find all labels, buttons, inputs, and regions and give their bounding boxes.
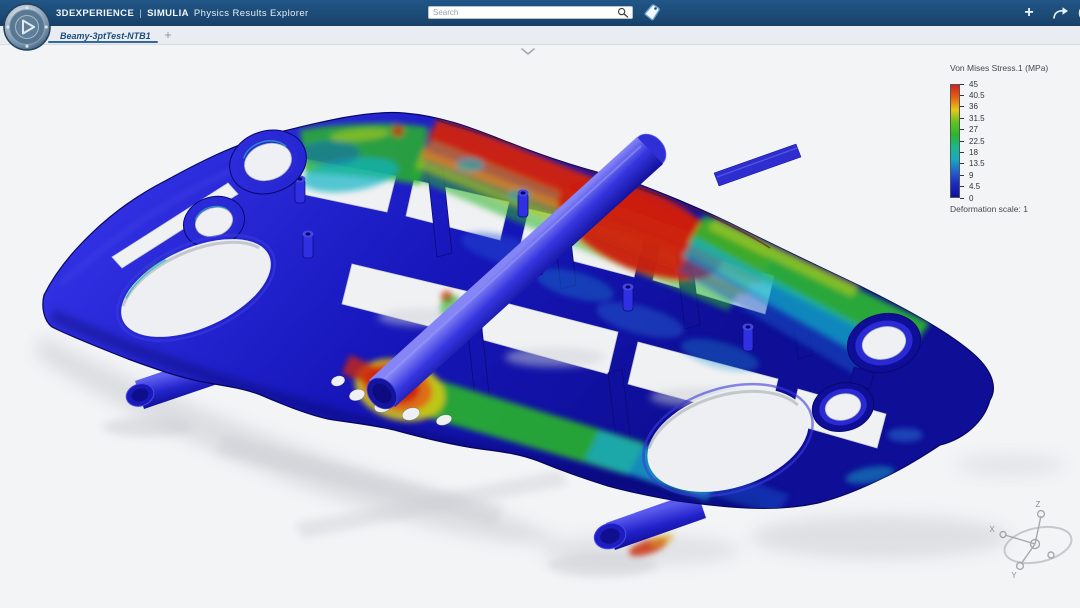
fea-model-render [0, 45, 1080, 608]
top-bar: 3DEXPERIENCE | SIMULIA Physics Results E… [0, 0, 1080, 26]
tab-bar: Beamy-3ptTest-NTB1 + [0, 26, 1080, 45]
axis-x-label: X [989, 525, 995, 534]
legend-tick-labels: 4540.53631.52722.51813.594.50 [969, 84, 1009, 198]
3d-viewport[interactable] [0, 45, 1080, 608]
brand-simulia: SIMULIA [147, 8, 189, 19]
app-title: Physics Results Explorer [194, 8, 309, 19]
app-window: 3DEXPERIENCE | SIMULIA Physics Results E… [0, 0, 1080, 608]
axis-y-label: Y [1011, 571, 1017, 580]
axis-z-label: Z [1036, 500, 1041, 509]
add-button[interactable]: + [1014, 0, 1044, 26]
stress-legend: Von Mises Stress.1 (MPa) 4540.53631.5272… [950, 63, 1078, 214]
legend-colorbar [950, 84, 960, 198]
view-axis-triad[interactable]: Z X Y [983, 498, 1078, 586]
search-icon[interactable] [616, 7, 630, 18]
legend-title: Von Mises Stress.1 (MPa) [950, 63, 1078, 73]
brand-3dexperience: 3DEXPERIENCE [56, 8, 134, 19]
brand-separator: | [139, 8, 142, 19]
search-input[interactable] [429, 7, 616, 18]
tag-icon[interactable] [642, 3, 662, 23]
add-tab-button[interactable]: + [161, 27, 175, 42]
panel-collapse-chevron[interactable] [518, 46, 538, 58]
support-rod-rear-segment [714, 144, 801, 186]
model-frame [43, 112, 994, 515]
brand-line: 3DEXPERIENCE | SIMULIA Physics Results E… [56, 0, 309, 26]
profile-icon[interactable] [1070, 0, 1080, 26]
tab-active-underline [48, 41, 158, 44]
search-box[interactable] [428, 6, 633, 19]
deformation-scale-label: Deformation scale: 1 [950, 204, 1078, 214]
3dexperience-compass-icon[interactable] [3, 3, 51, 51]
